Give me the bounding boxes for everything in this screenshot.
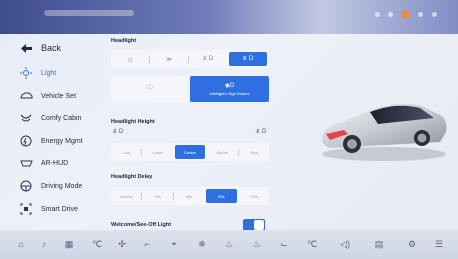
media-icon[interactable]: ♪ [37,237,51,251]
smart-drive-icon [19,202,33,216]
back-arrow-icon [19,41,33,55]
headlight-low-icon: ≢D [113,129,124,135]
headlight-delay-selector: Disable 10s 30s 60s 120s [111,187,269,205]
headlight-high-icon: ≢D [256,129,267,135]
sidebar-item-smart-drive[interactable]: Smart Drive [0,198,110,220]
status-dot [432,12,437,17]
sidebar-item-label: Vehicle Set [41,92,77,100]
headlight-mode-selector: ☼ ≫ ≢D ≢D [111,50,269,68]
toggle-knob [254,220,264,230]
settings-icon[interactable]: ⚙ [405,237,419,251]
high-beam-button[interactable]: ≡D [111,76,187,102]
sidebar-item-label: Energy Mgmt [41,137,83,145]
headlight-off-option[interactable]: ☼ [111,52,149,66]
sun-off-icon: ☼ [126,54,134,64]
headlight-delay-title: Headlight Delay [111,174,153,180]
comfort-icon [19,111,33,125]
back-label: Back [41,43,62,53]
intelligent-high-beams-label: Intelligent High Beams [209,91,250,96]
status-text-blurred [44,10,134,16]
back-button[interactable]: Back [0,37,110,59]
bottom-dock: ⌂ ♪ ▦ ℃ ✣ ⌐ ◓ ❄ ♨ ♨ ⌙ ℃ ◁) ▤ ⚙ ☰ [0,230,458,259]
auto-headlight-icon: ≢D [242,56,254,62]
settings-sidebar: Back Light Vehicle Set Comfy Cabin Energ… [0,34,110,230]
steering-icon [19,179,33,193]
welcome-light-title: Welcome/See-Off Light [111,222,172,228]
height-centre-option[interactable]: Centre [174,145,206,159]
sidebar-item-ar-hud[interactable]: AR-HUD [0,152,110,174]
sidebar-item-label: AR-HUD [41,159,69,167]
sidebar-item-label: Light [41,69,57,77]
sidebar-item-driving-mode[interactable]: Driving Mode [0,175,110,197]
sidebar-item-label: Comfy Cabin [41,114,82,122]
delay-60s-option[interactable]: 60s [206,189,237,203]
intelligent-high-beam-icon: ◉D [224,83,235,89]
intelligent-high-beams-button[interactable]: ◉D Intelligent High Beams [190,76,269,102]
light-settings-panel: Headlight ☼ ≫ ≢D ≢D ≡D ◉D Intelligent Hi… [106,34,280,230]
menu-icon[interactable]: ☰ [432,237,446,251]
sidebar-item-light[interactable]: Light [0,62,110,84]
status-dot [388,12,393,17]
headlight-low-beam-option[interactable]: ≢D [189,52,227,66]
height-low-option[interactable]: Low [111,145,141,159]
height-high-option[interactable]: High [239,145,269,159]
delay-120s-option[interactable]: 120s [239,189,269,203]
delay-10s-option[interactable]: 10s [142,189,172,203]
headlight-height-selector: Low Lower Centre Higher High [111,143,269,161]
seat-icon[interactable]: ⌐ [140,237,154,251]
vehicle-illustration [318,86,450,164]
position-light-icon: ≫ [165,56,173,63]
height-higher-option[interactable]: Higher [207,145,237,159]
temperature-icon[interactable]: ℃ [90,237,104,251]
low-beam-icon: ≢D [202,56,214,62]
delay-disable-option[interactable]: Disable [111,189,141,203]
light-icon [19,66,33,80]
energy-icon [19,134,33,148]
sidebar-item-energy-mgmt[interactable]: Energy Mgmt [0,130,110,152]
high-beam-icon: ≡D [145,85,153,91]
status-dot [375,12,380,17]
grid-icon[interactable]: ▦ [62,237,76,251]
temperature-right-icon[interactable]: ℃ [305,237,319,251]
defrost-front-icon[interactable]: ♨ [222,237,236,251]
sidebar-item-label: Smart Drive [41,205,78,213]
defrost-rear-icon[interactable]: ♨ [250,237,264,251]
status-dot [418,12,423,17]
sidebar-item-vehicle-set[interactable]: Vehicle Set [0,85,110,107]
volume-icon[interactable]: ◁) [338,237,352,251]
sidebar-item-comfy-cabin[interactable]: Comfy Cabin [0,107,110,129]
sidebar-item-label: Driving Mode [41,182,83,190]
hud-icon [19,156,33,170]
car-outline-icon [19,89,33,103]
headlight-height-title: Headlight Height [111,119,155,125]
height-lower-option[interactable]: Lower [142,145,172,159]
fan-icon[interactable]: ✣ [115,237,129,251]
car-icon[interactable]: ◓ [167,237,181,251]
notification-dot [401,10,410,19]
headlight-auto-option[interactable]: ≢D [229,52,267,66]
status-bar [0,0,458,34]
apps-icon[interactable]: ▤ [372,237,386,251]
delay-30s-option[interactable]: 30s [174,189,204,203]
headlight-title: Headlight [111,38,137,44]
home-icon[interactable]: ⌂ [14,237,28,251]
ac-icon[interactable]: ❄ [195,237,209,251]
seat-heat-icon[interactable]: ⌙ [277,237,291,251]
headlight-position-option[interactable]: ≫ [150,52,188,66]
